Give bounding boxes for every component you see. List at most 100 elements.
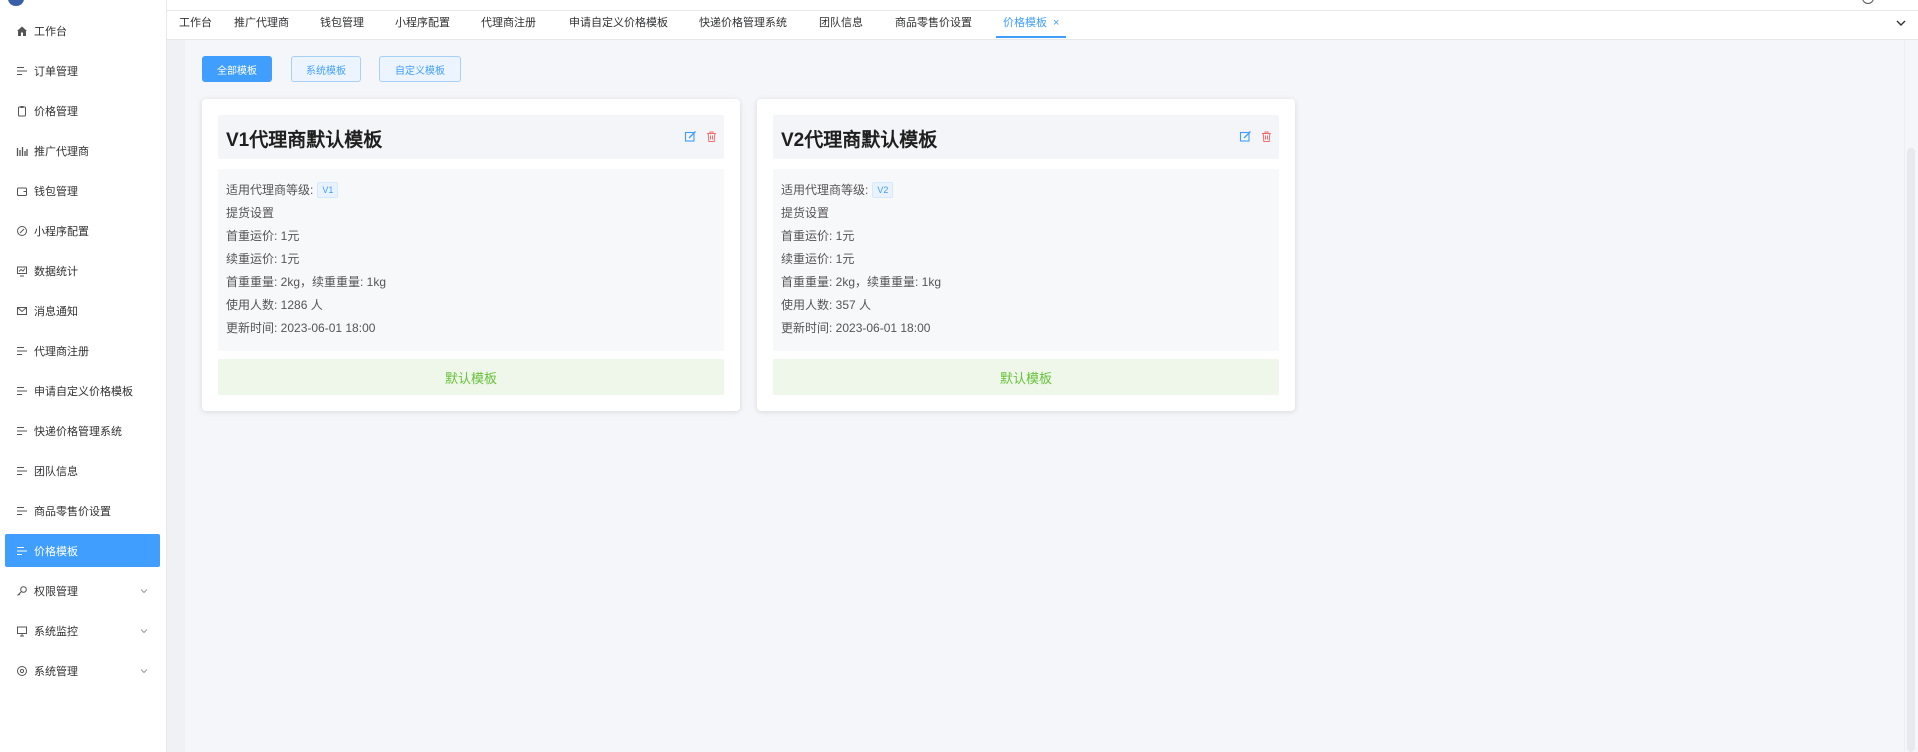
agent-level-row: 适用代理商等级: V2 bbox=[781, 179, 1271, 202]
update-time: 更新时间: 2023-06-01 18:00 bbox=[781, 321, 931, 335]
sidebar-item-dashboard[interactable]: 工作台 bbox=[5, 14, 160, 47]
default-template-badge: 默认模板 bbox=[218, 359, 724, 395]
chevron-down-icon bbox=[140, 666, 148, 674]
sidebar-item-agent-register[interactable]: 代理商注册 bbox=[5, 334, 160, 367]
user-icon[interactable] bbox=[1862, 0, 1874, 4]
template-card: V2代理商默认模板 适用代理商等级: V2 提货设置 首重运价: 1元 续重运价:… bbox=[757, 99, 1295, 411]
monitor-icon bbox=[16, 625, 28, 637]
delete-icon[interactable] bbox=[705, 130, 718, 143]
tab-bar: 工作台 推广代理商 钱包管理 小程序配置 代理商注册 申请自定义价格模板 快递价… bbox=[167, 0, 1918, 40]
clipboard-icon bbox=[16, 105, 28, 117]
tab-label: 申请自定义价格模板 bbox=[569, 17, 668, 29]
list-icon bbox=[16, 545, 28, 557]
continued-weight-price: 续重运价: 1元 bbox=[226, 252, 300, 266]
sidebar-item-label: 快递价格管理系统 bbox=[34, 425, 122, 438]
list-icon bbox=[16, 465, 28, 477]
continued-weight-price: 续重运价: 1元 bbox=[781, 252, 855, 266]
sidebar-item-label: 工作台 bbox=[34, 25, 67, 38]
tab-miniapp-config[interactable]: 小程序配置 bbox=[395, 14, 450, 38]
first-weight-price: 首重运价: 1元 bbox=[781, 229, 855, 243]
sidebar-item-label: 系统监控 bbox=[34, 625, 78, 638]
filter-system-button[interactable]: 系统模板 bbox=[291, 56, 361, 82]
tab-label: 快递价格管理系统 bbox=[699, 17, 787, 29]
list-icon bbox=[16, 385, 28, 397]
card-header: V1代理商默认模板 bbox=[218, 115, 724, 159]
tab-label: 小程序配置 bbox=[395, 17, 450, 29]
filter-custom-button[interactable]: 自定义模板 bbox=[379, 56, 461, 82]
sidebar-item-price-management[interactable]: 价格管理 bbox=[5, 94, 160, 127]
tab-menu-chevron-down-icon[interactable] bbox=[1894, 16, 1908, 30]
tab-dashboard[interactable]: 工作台 bbox=[179, 14, 212, 38]
chevron-down-icon bbox=[140, 586, 148, 594]
user-count: 使用人数: 357 人 bbox=[781, 298, 872, 312]
sidebar-item-orders[interactable]: 订单管理 bbox=[5, 54, 160, 87]
tab-express-price-system[interactable]: 快递价格管理系统 bbox=[699, 14, 787, 38]
sidebar-item-label: 钱包管理 bbox=[34, 185, 78, 198]
edit-icon[interactable] bbox=[1239, 130, 1252, 143]
edit-icon[interactable] bbox=[684, 130, 697, 143]
tab-team-info[interactable]: 团队信息 bbox=[819, 14, 863, 38]
delete-icon[interactable] bbox=[1260, 130, 1273, 143]
level-tag: V2 bbox=[872, 182, 894, 198]
list-icon bbox=[16, 505, 28, 517]
sidebar-item-label: 推广代理商 bbox=[34, 145, 89, 158]
scrollbar-thumb[interactable] bbox=[1907, 148, 1915, 752]
user-count: 使用人数: 1286 人 bbox=[226, 298, 323, 312]
sidebar-item-express-price-system[interactable]: 快递价格管理系统 bbox=[5, 414, 160, 447]
sidebar-item-statistics[interactable]: 数据统计 bbox=[5, 254, 160, 287]
chevron-down-icon bbox=[140, 626, 148, 634]
sidebar-item-label: 小程序配置 bbox=[34, 225, 89, 238]
sidebar-item-label: 申请自定义价格模板 bbox=[34, 385, 133, 398]
agent-level-label: 适用代理商等级: bbox=[781, 183, 869, 197]
tab-price-template[interactable]: 价格模板 × bbox=[996, 14, 1067, 38]
card-title: V2代理商默认模板 bbox=[781, 130, 938, 151]
sidebar-item-label: 订单管理 bbox=[34, 65, 78, 78]
sidebar-item-label: 团队信息 bbox=[34, 465, 78, 478]
tab-promote-agents[interactable]: 推广代理商 bbox=[234, 14, 289, 38]
chart-icon bbox=[16, 265, 28, 277]
sidebar-item-label: 商品零售价设置 bbox=[34, 505, 111, 518]
card-header: V2代理商默认模板 bbox=[773, 115, 1279, 159]
sidebar-item-notifications[interactable]: 消息通知 bbox=[5, 294, 160, 327]
tab-retail-price[interactable]: 商品零售价设置 bbox=[895, 14, 972, 38]
sidebar-item-price-template[interactable]: 价格模板 bbox=[5, 534, 160, 567]
template-card: V1代理商默认模板 适用代理商等级: V1 提货设置 首重运价: 1元 续重运价:… bbox=[202, 99, 740, 411]
sidebar-item-system-management[interactable]: 系统管理 bbox=[5, 654, 160, 687]
tab-label: 团队信息 bbox=[819, 17, 863, 29]
card-actions bbox=[1239, 130, 1273, 143]
logo bbox=[8, 0, 24, 6]
tab-custom-price-apply[interactable]: 申请自定义价格模板 bbox=[569, 14, 668, 38]
sidebar-item-wallet[interactable]: 钱包管理 bbox=[5, 174, 160, 207]
sidebar-item-label: 权限管理 bbox=[34, 585, 78, 598]
mail-icon bbox=[16, 305, 28, 317]
content-gutter bbox=[167, 40, 185, 752]
sidebar-item-retail-price[interactable]: 商品零售价设置 bbox=[5, 494, 160, 527]
bar-chart-icon bbox=[16, 145, 28, 157]
home-icon bbox=[16, 25, 28, 37]
sidebar-item-label: 消息通知 bbox=[34, 305, 78, 318]
tab-label: 钱包管理 bbox=[320, 17, 364, 29]
filter-all-button[interactable]: 全部模板 bbox=[202, 56, 272, 82]
tab-wallet[interactable]: 钱包管理 bbox=[320, 14, 364, 38]
sidebar-item-system-monitor[interactable]: 系统监控 bbox=[5, 614, 160, 647]
sidebar-item-permissions[interactable]: 权限管理 bbox=[5, 574, 160, 607]
tab-agent-register[interactable]: 代理商注册 bbox=[481, 14, 536, 38]
sidebar-item-label: 数据统计 bbox=[34, 265, 78, 278]
sidebar-item-promote-agents[interactable]: 推广代理商 bbox=[5, 134, 160, 167]
tab-label: 工作台 bbox=[179, 17, 212, 29]
close-icon[interactable]: × bbox=[1053, 17, 1059, 29]
list-icon bbox=[16, 425, 28, 437]
sidebar-item-custom-price-apply[interactable]: 申请自定义价格模板 bbox=[5, 374, 160, 407]
list-icon bbox=[16, 345, 28, 357]
weight-info: 首重重量: 2kg，续重重量: 1kg bbox=[226, 275, 387, 289]
tab-label: 推广代理商 bbox=[234, 17, 289, 29]
sidebar-item-team-info[interactable]: 团队信息 bbox=[5, 454, 160, 487]
sidebar: 工作台 订单管理 价格管理 推广代理商 钱包管理 小程序配置 数据统计 消息通知… bbox=[0, 0, 167, 752]
sidebar-item-miniapp-config[interactable]: 小程序配置 bbox=[5, 214, 160, 247]
sidebar-item-label: 价格模板 bbox=[34, 545, 78, 558]
first-weight-price: 首重运价: 1元 bbox=[226, 229, 300, 243]
tab-label: 代理商注册 bbox=[481, 17, 536, 29]
tab-label: 价格模板 bbox=[1003, 17, 1047, 29]
card-actions bbox=[684, 130, 718, 143]
level-tag: V1 bbox=[317, 182, 339, 198]
